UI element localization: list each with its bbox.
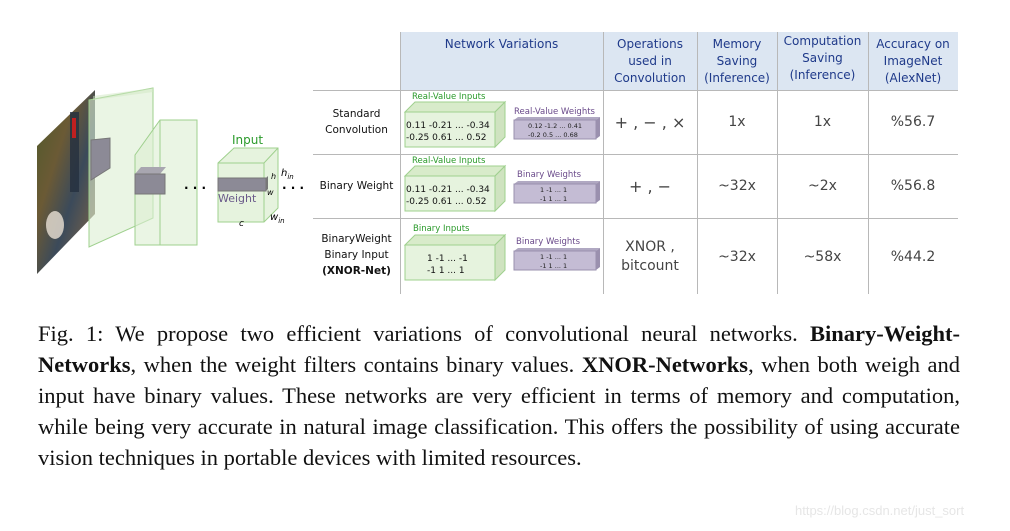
input-values-line: 1 -1 ... -1 bbox=[427, 254, 468, 264]
header-memory: Memory Saving (Inference) bbox=[704, 36, 770, 85]
caption-text: Fig. 1: We propose two efficient variati… bbox=[38, 321, 810, 346]
accuracy-cell: %44.2 bbox=[890, 248, 936, 265]
input-photo bbox=[37, 90, 95, 274]
cnn-diagram bbox=[37, 87, 279, 274]
weight-type-label: Binary Weights bbox=[517, 170, 582, 180]
input-values-line: 0.11 -0.21 ... -0.34 bbox=[406, 121, 490, 131]
dim-h: h bbox=[271, 172, 277, 181]
watermark: https://blog.csdn.net/just_sort bbox=[795, 503, 965, 518]
input-type-label: Real-Value Inputs bbox=[412, 92, 486, 102]
memory-cell: 1x bbox=[728, 113, 746, 130]
row-label-standard: Standard Convolution bbox=[325, 108, 388, 136]
caption-bold-term: XNOR-Networks bbox=[581, 352, 749, 377]
accuracy-cell: %56.8 bbox=[890, 177, 936, 194]
caption-text: , when the weight filters contains binar… bbox=[130, 352, 582, 377]
weight-type-label: Real-Value Weights bbox=[514, 107, 595, 117]
input-type-label: Real-Value Inputs bbox=[412, 156, 486, 166]
dim-w: w bbox=[267, 188, 274, 197]
input-values: 1 -1 ... -1 -1 1 ... 1 bbox=[427, 253, 468, 277]
header-operations: Operations used in Convolution bbox=[614, 36, 686, 85]
accuracy-cell: %56.7 bbox=[890, 113, 936, 130]
computation-cell: 1x bbox=[813, 113, 832, 130]
weight-values: 1 -1 ... 1 -1 1 ... 1 bbox=[540, 186, 567, 204]
weight-values-line: 1 -1 ... 1 bbox=[540, 253, 568, 261]
weight-type-label: Binary Weights bbox=[516, 237, 581, 247]
weight-values-line: 0.12 -1.2 ... 0.41 bbox=[528, 122, 583, 130]
weight-kernel bbox=[217, 177, 267, 192]
computation-cell: ~2x bbox=[808, 177, 837, 194]
weight-values-line: -1 1 ... 1 bbox=[540, 262, 568, 270]
weight-values-line: -0.2 0.5 ... 0.68 bbox=[528, 131, 578, 139]
dim-w-in: win bbox=[270, 212, 285, 225]
dim-c: c bbox=[239, 219, 244, 229]
dim-w-in-letter: w bbox=[270, 212, 279, 223]
input-values-line: 0.11 -0.21 ... -0.34 bbox=[406, 185, 490, 195]
input-label: Input bbox=[232, 133, 264, 147]
input-values-line: -0.25 0.61 ... 0.52 bbox=[406, 133, 487, 143]
ellipsis-1: . . . bbox=[184, 178, 207, 192]
input-values: 0.11 -0.21 ... -0.34 -0.25 0.61 ... 0.52 bbox=[406, 120, 490, 144]
header-computation: Computation Saving (Inference) bbox=[783, 34, 862, 82]
memory-cell: ~32x bbox=[718, 177, 756, 194]
weight-values: 0.12 -1.2 ... 0.41 -0.2 0.5 ... 0.68 bbox=[528, 122, 582, 140]
weight-values: 1 -1 ... 1 -1 1 ... 1 bbox=[540, 253, 567, 271]
row-label-line: (XNOR-Net) bbox=[322, 265, 391, 277]
memory-cell: ~32x bbox=[718, 248, 756, 265]
input-values-line: -0.25 0.61 ... 0.52 bbox=[406, 197, 487, 207]
weight-label: Weight bbox=[218, 192, 257, 205]
weight-values-line: -1 1 ... 1 bbox=[540, 195, 568, 203]
row-label-xnor: BinaryWeight Binary Input (XNOR-Net) bbox=[313, 222, 400, 288]
figure-caption: Fig. 1: We propose two efficient variati… bbox=[38, 318, 960, 473]
row-label-line: Binary Input bbox=[324, 249, 389, 261]
row-label-line: BinaryWeight bbox=[321, 233, 392, 245]
operations-cell: + , − , × bbox=[614, 112, 686, 132]
input-values-line: -1 1 ... 1 bbox=[427, 266, 465, 276]
operations-cell: XNOR , bitcount bbox=[621, 239, 679, 274]
input-type-label: Binary Inputs bbox=[413, 224, 470, 234]
dim-w-in-sub: in bbox=[278, 217, 285, 225]
header-accuracy: Accuracy on ImageNet (AlexNet) bbox=[876, 36, 950, 85]
weight-values-line: 1 -1 ... 1 bbox=[540, 186, 568, 194]
operations-cell: + , − bbox=[628, 176, 672, 196]
header-network-variations: Network Variations bbox=[444, 37, 559, 51]
row-label-binary-weight: Binary Weight bbox=[319, 180, 394, 192]
input-values: 0.11 -0.21 ... -0.34 -0.25 0.61 ... 0.52 bbox=[406, 184, 490, 208]
ellipsis-2: . . . bbox=[282, 178, 305, 192]
computation-cell: ~58x bbox=[803, 248, 842, 265]
